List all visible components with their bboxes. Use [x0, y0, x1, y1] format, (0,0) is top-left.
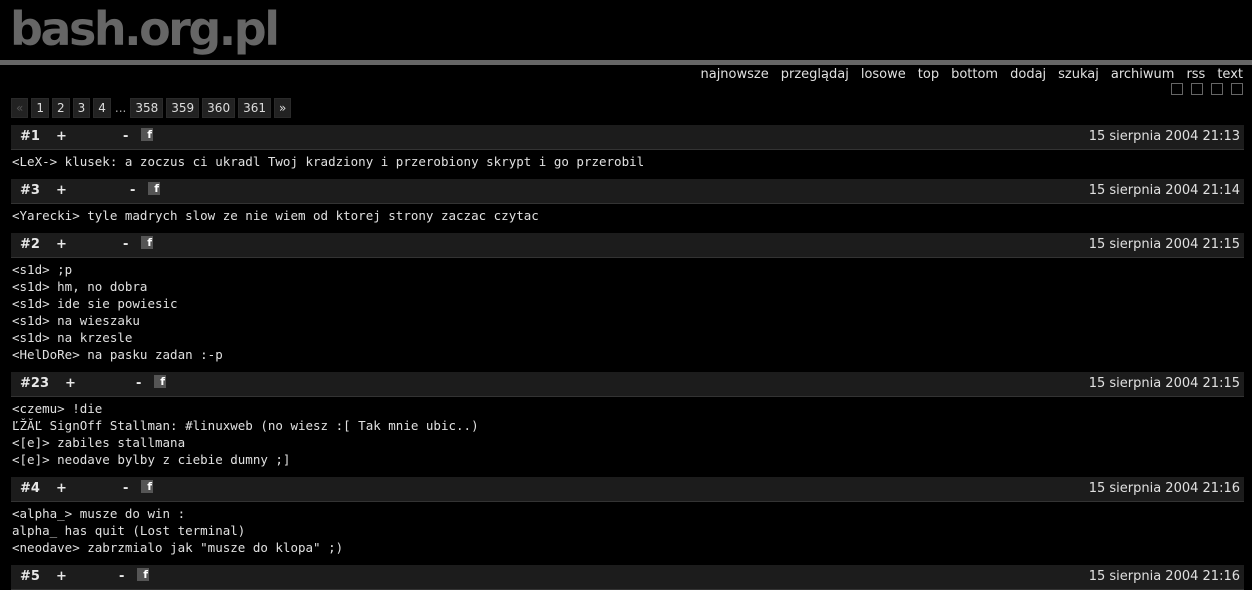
pagination: « 1 2 3 4 ... 358 359 360 361 »	[11, 98, 292, 118]
quote-header: #2 + - f 15 sierpnia 2004 21:15	[11, 233, 1244, 258]
quote-id-link[interactable]: #23	[20, 376, 49, 391]
page-link[interactable]: 3	[72, 98, 91, 118]
vote-down-button[interactable]: -	[119, 569, 124, 584]
quote-header: #1 + - f 15 sierpnia 2004 21:13	[11, 125, 1244, 150]
nav-szukaj[interactable]: szukaj	[1058, 66, 1099, 83]
quote-item: #23 + - f 15 sierpnia 2004 21:15 <czemu>…	[11, 372, 1244, 468]
vote-down-button[interactable]: -	[130, 183, 135, 198]
facebook-share-icon[interactable]: f	[141, 480, 153, 493]
nav-top[interactable]: top	[918, 66, 939, 83]
quote-id-link[interactable]: #2	[20, 237, 40, 252]
quote-line: <[e]> neodave bylby z ciebie dumny ;]	[12, 452, 291, 467]
theme-switcher	[1171, 83, 1243, 95]
quote-line: ĽŽĂĽ SignOff Stallman: #linuxweb (no wie…	[12, 418, 479, 433]
quote-text: <Yarecki> tyle madrych slow ze nie wiem …	[11, 204, 1244, 224]
header-divider	[0, 60, 1252, 65]
quote-date: 15 sierpnia 2004 21:13	[1088, 129, 1240, 144]
quote-line: <s1d> na wieszaku	[12, 313, 140, 328]
main-nav: najnowsze przeglądaj losowe top bottom d…	[700, 66, 1243, 83]
quote-line: <s1d> hm, no dobra	[12, 279, 148, 294]
quote-item: #5 + - f 15 sierpnia 2004 21:16	[11, 565, 1244, 590]
quote-date: 15 sierpnia 2004 21:16	[1088, 481, 1240, 496]
vote-up-button[interactable]: +	[56, 481, 67, 496]
vote-up-button[interactable]: +	[56, 237, 67, 252]
page-link[interactable]: 360	[202, 98, 236, 118]
facebook-share-icon[interactable]: f	[137, 568, 149, 581]
quote-item: #1 + - f 15 sierpnia 2004 21:13 <LeX-> k…	[11, 125, 1244, 170]
page-link[interactable]: 4	[93, 98, 111, 118]
page-link[interactable]: 361	[238, 98, 271, 118]
facebook-share-icon[interactable]: f	[148, 182, 160, 195]
quote-header: #5 + - f 15 sierpnia 2004 21:16	[11, 565, 1244, 590]
vote-down-button[interactable]: -	[123, 237, 128, 252]
nav-najnowsze[interactable]: najnowsze	[700, 66, 768, 83]
quote-line: <s1d> ;p	[12, 262, 73, 277]
quote-date: 15 sierpnia 2004 21:15	[1088, 376, 1240, 391]
quote-line: alpha_ has quit (Lost terminal)	[12, 523, 246, 538]
theme-box-icon[interactable]	[1191, 83, 1203, 95]
quote-line: <s1d> ide sie powiesic	[12, 296, 178, 311]
quote-text: <LeX-> klusek: a zoczus ci ukradl Twoj k…	[11, 150, 1244, 170]
facebook-share-icon[interactable]: f	[141, 128, 153, 141]
facebook-share-icon[interactable]: f	[141, 236, 153, 249]
nav-rss[interactable]: rss	[1186, 66, 1205, 83]
quote-id-link[interactable]: #5	[20, 569, 40, 584]
site-logo[interactable]: bash.org.pl	[10, 2, 280, 56]
quote-line: <[e]> zabiles stallmana	[12, 435, 186, 450]
nav-losowe[interactable]: losowe	[861, 66, 906, 83]
theme-box-icon[interactable]	[1231, 83, 1243, 95]
vote-down-button[interactable]: -	[123, 481, 128, 496]
quote-id-link[interactable]: #3	[20, 183, 40, 198]
page-link[interactable]: 358	[130, 98, 164, 118]
quote-line: <LeX-> klusek: a zoczus ci ukradl Twoj k…	[12, 154, 645, 169]
quote-item: #3 + - f 15 sierpnia 2004 21:14 <Yarecki…	[11, 179, 1244, 224]
vote-down-button[interactable]: -	[123, 129, 128, 144]
page-link[interactable]: 359	[166, 98, 200, 118]
quote-date: 15 sierpnia 2004 21:16	[1088, 569, 1240, 584]
page-link[interactable]: 1	[31, 98, 49, 118]
theme-box-icon[interactable]	[1171, 83, 1183, 95]
quote-line: <HelDoRe> na pasku zadan :-p	[12, 347, 223, 362]
prev-page-button[interactable]: «	[11, 98, 29, 118]
quote-line: <Yarecki> tyle madrych slow ze nie wiem …	[12, 208, 539, 223]
quote-line: <neodave> zabrzmialo jak "musze do klopa…	[12, 540, 344, 555]
quote-date: 15 sierpnia 2004 21:14	[1088, 183, 1240, 198]
quote-id-link[interactable]: #1	[20, 129, 40, 144]
nav-dodaj[interactable]: dodaj	[1010, 66, 1046, 83]
facebook-share-icon[interactable]: f	[154, 375, 166, 388]
vote-up-button[interactable]: +	[56, 569, 67, 584]
quote-header: #4 + - f 15 sierpnia 2004 21:16	[11, 477, 1244, 502]
quote-header: #3 + - f 15 sierpnia 2004 21:14	[11, 179, 1244, 204]
next-page-button[interactable]: »	[273, 98, 292, 118]
quote-text: <s1d> ;p <s1d> hm, no dobra <s1d> ide sie …	[11, 258, 1244, 363]
nav-archiwum[interactable]: archiwum	[1111, 66, 1175, 83]
pagination-ellipsis: ...	[114, 101, 127, 115]
quote-date: 15 sierpnia 2004 21:15	[1088, 237, 1240, 252]
nav-przegladaj[interactable]: przeglądaj	[781, 66, 849, 83]
page-link[interactable]: 2	[51, 98, 70, 118]
vote-up-button[interactable]: +	[56, 183, 67, 198]
vote-up-button[interactable]: +	[56, 129, 67, 144]
site-header: bash.org.pl	[0, 0, 1252, 60]
quote-text: <alpha_> musze do win : alpha_ has quit (…	[11, 502, 1244, 556]
nav-bottom[interactable]: bottom	[951, 66, 998, 83]
quote-item: #4 + - f 15 sierpnia 2004 21:16 <alpha_>…	[11, 477, 1244, 556]
quote-item: #2 + - f 15 sierpnia 2004 21:15 <s1d> ;p…	[11, 233, 1244, 363]
quote-line: <alpha_> musze do win :	[12, 506, 186, 521]
quote-id-link[interactable]: #4	[20, 481, 40, 496]
quote-text: <czemu> !die ĽŽĂĽ SignOff Stallman: #linu…	[11, 397, 1244, 468]
quote-header: #23 + - f 15 sierpnia 2004 21:15	[11, 372, 1244, 397]
vote-up-button[interactable]: +	[65, 376, 76, 391]
quote-line: <czemu> !die	[12, 401, 103, 416]
theme-box-icon[interactable]	[1211, 83, 1223, 95]
nav-text[interactable]: text	[1217, 66, 1243, 83]
vote-down-button[interactable]: -	[136, 376, 141, 391]
quote-line: <s1d> na krzesle	[12, 330, 133, 345]
